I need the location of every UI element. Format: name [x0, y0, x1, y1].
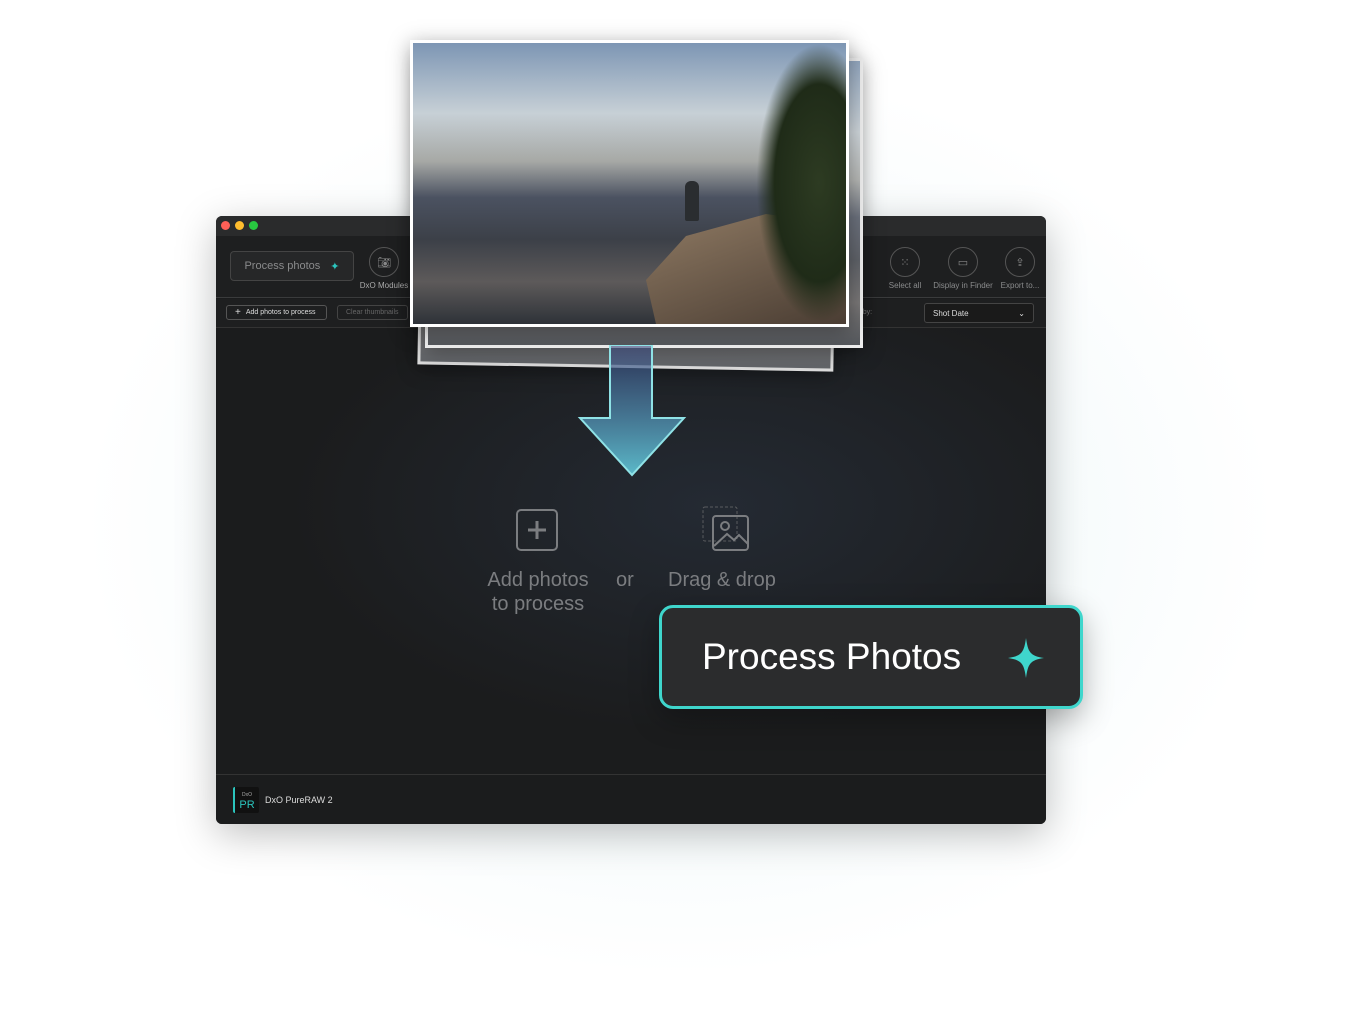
sparkle-icon	[1008, 638, 1044, 678]
process-photos-button[interactable]: Process photos ✦	[230, 251, 354, 281]
add-photos-button[interactable]: + Add photos to process	[226, 305, 327, 320]
landscape-photo	[410, 40, 849, 327]
dxo-modules-label: DxO Modules	[359, 281, 409, 290]
clear-thumbnails-button[interactable]: Clear thumbnails	[337, 305, 408, 320]
clear-thumbnails-label: Clear thumbnails	[346, 309, 399, 316]
zoom-button[interactable]	[249, 221, 258, 230]
cta-label: Process Photos	[702, 636, 962, 677]
process-photos-label: Process photos	[244, 260, 321, 272]
add-photos-text: Add photos to process	[476, 568, 600, 616]
image-drop-icon	[702, 506, 749, 551]
plus-icon: +	[235, 307, 241, 318]
close-button[interactable]	[221, 221, 230, 230]
minimize-button[interactable]	[235, 221, 244, 230]
sort-value: Shot Date	[933, 308, 969, 318]
or-label: or	[616, 569, 634, 591]
add-box-icon[interactable]	[516, 509, 558, 551]
add-photos-label: Add photos to process	[245, 309, 316, 316]
folder-icon: ▭	[957, 256, 969, 269]
camera-icon: 📷︎	[377, 256, 391, 269]
select-all-button[interactable]: ⁙	[890, 247, 920, 277]
process-photos-cta-button[interactable]: Process Photos	[659, 605, 1083, 709]
footer: DxO PR DxO PureRAW 2	[216, 774, 1046, 824]
sparkle-icon: ✦	[330, 260, 340, 273]
export-button[interactable]: ⇪	[1005, 247, 1035, 277]
drag-drop-label: Drag & drop	[668, 569, 776, 591]
chevron-down-icon: ⌄	[1018, 308, 1025, 318]
display-in-finder-label: Display in Finder	[933, 281, 993, 290]
app-logo: DxO PR	[233, 786, 259, 813]
add-line2: to process	[491, 593, 585, 615]
export-label: Export to...	[1000, 281, 1040, 290]
grid-icon: ⁙	[900, 256, 910, 269]
sort-select[interactable]: Shot Date ⌄	[924, 303, 1034, 323]
app-name: DxO PureRAW 2	[265, 794, 333, 805]
arrow-down-icon	[577, 345, 687, 477]
add-line1: Add photos	[487, 569, 589, 591]
share-icon: ⇪	[1015, 256, 1025, 269]
display-in-finder-button[interactable]: ▭	[948, 247, 978, 277]
dxo-modules-button[interactable]: 📷︎	[369, 247, 399, 277]
